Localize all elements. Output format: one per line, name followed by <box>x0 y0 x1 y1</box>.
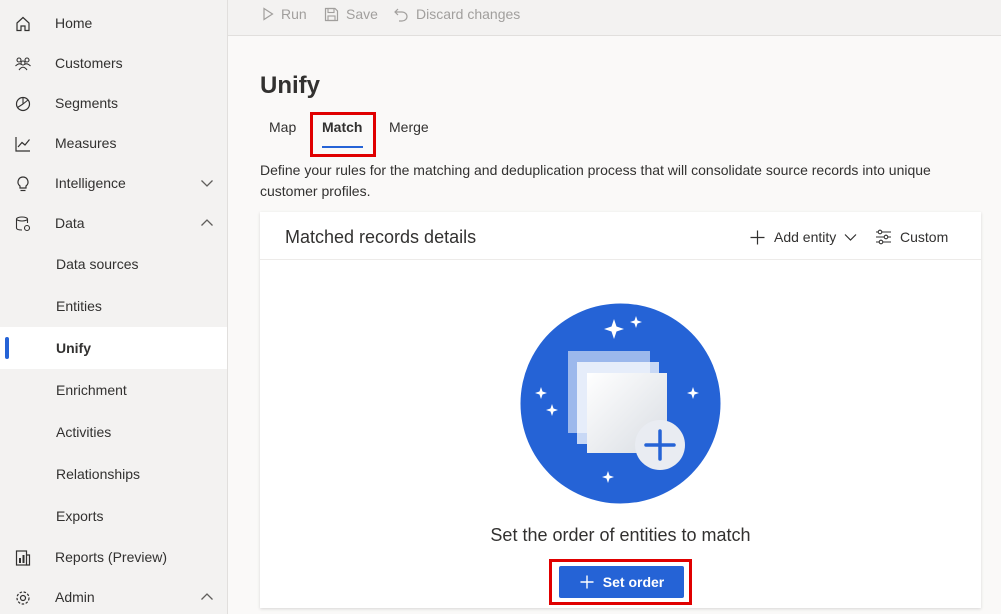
sidebar-item-data-sources[interactable]: Data sources <box>0 243 227 285</box>
custom-button[interactable]: Custom <box>875 228 948 246</box>
sidebar-item-label: Admin <box>55 589 95 605</box>
custom-label: Custom <box>900 229 949 245</box>
empty-state-illustration <box>520 303 721 504</box>
save-icon <box>324 7 339 21</box>
segments-icon <box>15 96 31 112</box>
chevron-down-icon[interactable] <box>200 177 214 189</box>
sidebar-item-home[interactable]: Home <box>0 3 227 43</box>
sidebar-item-label: Enrichment <box>56 382 127 398</box>
empty-state-title: Set the order of entities to match <box>490 525 751 545</box>
run-label: Run <box>281 6 307 22</box>
sidebar-item-label: Measures <box>55 135 117 151</box>
sidebar-item-unify[interactable]: Unify <box>0 327 227 369</box>
sidebar-item-segments[interactable]: Segments <box>0 83 227 123</box>
sidebar-item-label: Unify <box>56 340 91 356</box>
settings-sliders-icon <box>876 229 891 245</box>
gear-icon <box>16 591 30 605</box>
page-description: Define your rules for the matching and d… <box>260 162 931 199</box>
tab-merge[interactable]: Merge <box>389 119 429 135</box>
card-title: Matched records details <box>285 227 477 247</box>
tab-highlight-box <box>310 112 376 157</box>
sidebar-item-relationships[interactable]: Relationships <box>0 453 227 495</box>
tab-map[interactable]: Map <box>269 119 296 135</box>
home-icon <box>16 16 30 32</box>
sidebar-item-label: Data sources <box>56 256 139 272</box>
add-entity-label: Add entity <box>774 229 837 245</box>
chevron-down-icon <box>844 234 857 241</box>
sidebar-item-data[interactable]: Data <box>0 203 227 243</box>
sidebar-item-admin[interactable]: Admin <box>0 577 227 614</box>
sidebar-item-activities[interactable]: Activities <box>0 411 227 453</box>
sidebar-item-intelligence[interactable]: Intelligence <box>0 163 227 203</box>
sidebar-item-label: Customers <box>55 55 123 71</box>
sidebar-item-label: Entities <box>56 298 102 314</box>
command-bar: Run Save Discard changes <box>228 0 1001 36</box>
save-label: Save <box>346 6 378 22</box>
sidebar-item-label: Reports (Preview) <box>55 549 168 565</box>
sidebar-item-measures[interactable]: Measures <box>0 123 227 163</box>
sidebar-item-reports[interactable]: Reports (Preview) <box>0 537 227 577</box>
chevron-up-icon[interactable] <box>200 217 214 229</box>
sidebar-item-label: Exports <box>56 508 104 524</box>
sidebar-item-label: Home <box>55 15 93 31</box>
matched-records-card: Matched records details Add entity Custo… <box>260 212 981 608</box>
sidebar-item-enrichment[interactable]: Enrichment <box>0 369 227 411</box>
intelligence-icon <box>17 176 29 192</box>
save-button[interactable]: Save <box>324 5 378 23</box>
sidebar-item-exports[interactable]: Exports <box>0 495 227 537</box>
sidebar: Home Customers Segments Measures Intelli… <box>0 0 228 614</box>
chevron-up-icon[interactable] <box>200 591 214 603</box>
sidebar-item-label: Activities <box>56 424 112 440</box>
add-icon <box>750 230 765 244</box>
discard-changes-button[interactable]: Discard changes <box>393 5 520 23</box>
sidebar-item-customers[interactable]: Customers <box>0 43 227 83</box>
reports-icon <box>15 550 31 566</box>
page-title: Unify <box>260 72 320 99</box>
button-highlight-box <box>549 559 692 605</box>
card-divider <box>260 259 981 260</box>
run-button[interactable]: Run <box>262 5 307 23</box>
sidebar-item-label: Relationships <box>56 466 141 482</box>
customers-icon <box>15 57 31 71</box>
sidebar-item-entities[interactable]: Entities <box>0 285 227 327</box>
undo-icon <box>394 8 408 22</box>
discard-label: Discard changes <box>416 6 521 22</box>
measures-icon <box>15 137 30 152</box>
play-icon <box>263 7 274 21</box>
data-icon <box>15 216 31 232</box>
add-entity-button[interactable]: Add entity <box>749 228 865 246</box>
sidebar-item-label: Segments <box>55 95 119 111</box>
sidebar-item-label: Data <box>55 215 85 231</box>
sidebar-item-label: Intelligence <box>55 175 126 191</box>
